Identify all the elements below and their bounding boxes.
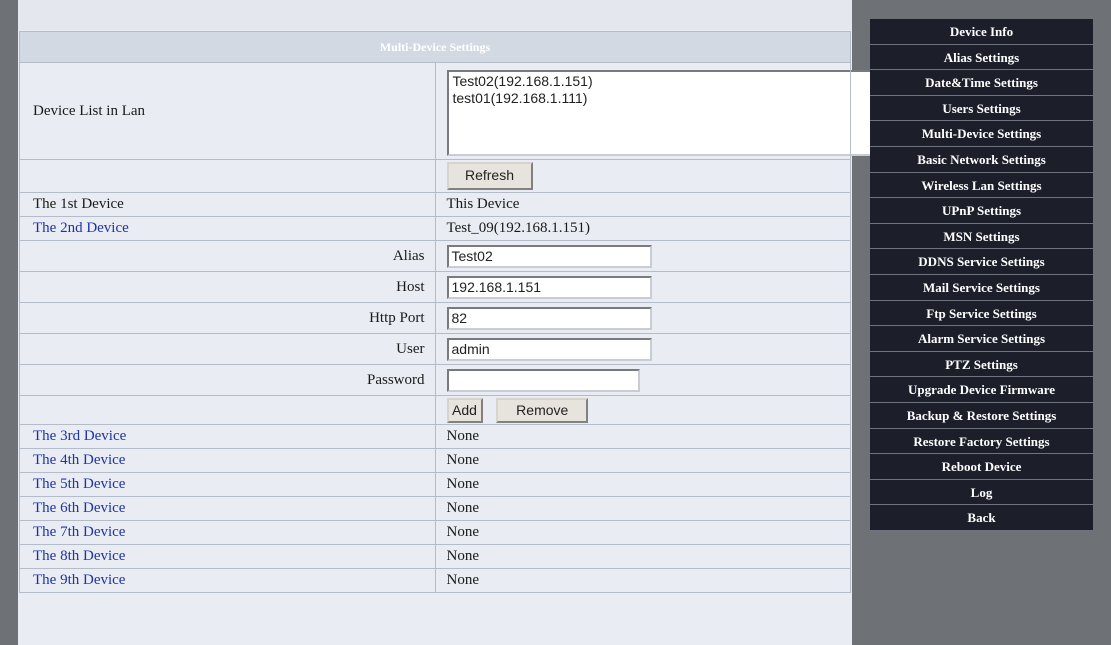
remove-button[interactable]: Remove [496, 397, 589, 423]
device-label[interactable]: The 7th Device [19, 520, 436, 545]
device-label[interactable]: The 5th Device [19, 472, 436, 497]
http-port-cell: 82 [434, 302, 851, 334]
user-cell: admin [434, 333, 851, 365]
add-remove-row: Add Remove [19, 395, 851, 425]
user-input[interactable]: admin [446, 337, 652, 361]
http-port-label: Http Port [19, 302, 436, 334]
lan-device-option[interactable]: Test02(192.168.1.151) [453, 73, 910, 90]
menu-item-log[interactable]: Log [870, 479, 1093, 506]
refresh-row: Refresh [19, 159, 851, 193]
device-row: The 5th Device None [19, 472, 851, 497]
password-input[interactable] [446, 368, 640, 392]
menu-item-restore-factory-settings[interactable]: Restore Factory Settings [870, 428, 1093, 455]
menu-item-alias-settings[interactable]: Alias Settings [870, 44, 1093, 71]
table-header-row: Multi-Device Settings [19, 31, 851, 63]
menu-item-back[interactable]: Back [870, 505, 1093, 531]
lan-device-cell: Test02(192.168.1.151) test01(192.168.1.1… [434, 62, 912, 160]
menu-item-upgrade-device-firmware[interactable]: Upgrade Device Firmware [870, 377, 1093, 403]
host-cell: 192.168.1.151 [434, 271, 851, 303]
menu-item-wireless-lan-settings[interactable]: Wireless Lan Settings [870, 172, 1093, 199]
alias-row: Alias Test02 [19, 240, 851, 272]
user-label: User [19, 333, 436, 365]
device-value: None [434, 520, 851, 545]
lan-device-list[interactable]: Test02(192.168.1.151) test01(192.168.1.1… [446, 70, 912, 156]
device-row: The 6th Device None [19, 496, 851, 521]
device-value: None [434, 496, 851, 521]
device-label[interactable]: The 2nd Device [19, 216, 436, 241]
device-value: None [434, 448, 851, 473]
multi-device-settings-table: Multi-Device Settings Device List in Lan… [19, 31, 912, 593]
user-row: User admin [19, 333, 851, 365]
http-port-row: Http Port 82 [19, 302, 851, 334]
device-value: None [434, 544, 851, 569]
top-strip [18, 0, 852, 30]
device-label[interactable]: The 4th Device [19, 448, 436, 473]
menu-item-reboot-device[interactable]: Reboot Device [870, 454, 1093, 480]
menu-item-date-time-settings[interactable]: Date&Time Settings [870, 70, 1093, 96]
menu-item-ddns-service-settings[interactable]: DDNS Service Settings [870, 249, 1093, 275]
device-row: The 7th Device None [19, 520, 851, 545]
device-value: This Device [434, 192, 851, 217]
host-row: Host 192.168.1.151 [19, 271, 851, 303]
lan-device-label: Device List in Lan [19, 62, 436, 160]
password-label: Password [19, 364, 436, 396]
device-row: The 3rd Device None [19, 424, 851, 449]
alias-cell: Test02 [434, 240, 851, 272]
add-button[interactable]: Add [446, 397, 483, 423]
menu-item-upnp-settings[interactable]: UPnP Settings [870, 198, 1093, 224]
password-row: Password [19, 364, 851, 396]
menu-item-users-settings[interactable]: Users Settings [870, 95, 1093, 122]
empty-cell [19, 159, 436, 193]
refresh-cell: Refresh [434, 159, 851, 193]
menu-item-alarm-service-settings[interactable]: Alarm Service Settings [870, 326, 1093, 352]
host-label: Host [19, 271, 436, 303]
device-label[interactable]: The 9th Device [19, 568, 436, 593]
menu-item-ftp-service-settings[interactable]: Ftp Service Settings [870, 300, 1093, 327]
password-cell [434, 364, 851, 396]
device-row: The 1st Device This Device [19, 192, 851, 217]
lan-device-option[interactable]: test01(192.168.1.111) [453, 90, 910, 107]
menu-item-mail-service-settings[interactable]: Mail Service Settings [870, 274, 1093, 301]
device-label[interactable]: The 6th Device [19, 496, 436, 521]
menu-item-msn-settings[interactable]: MSN Settings [870, 223, 1093, 250]
menu-item-multi-device-settings[interactable]: Multi-Device Settings [870, 121, 1093, 147]
device-value: None [434, 424, 851, 449]
device-value: Test_09(192.168.1.151) [434, 216, 851, 241]
menu-item-ptz-settings[interactable]: PTZ Settings [870, 351, 1093, 378]
device-row: The 2nd Device Test_09(192.168.1.151) [19, 216, 851, 241]
device-label[interactable]: The 8th Device [19, 544, 436, 569]
menu-item-backup-restore-settings[interactable]: Backup & Restore Settings [870, 402, 1093, 429]
host-input[interactable]: 192.168.1.151 [446, 275, 652, 299]
refresh-button[interactable]: Refresh [446, 162, 533, 190]
device-row: The 8th Device None [19, 544, 851, 569]
device-label[interactable]: The 3rd Device [19, 424, 436, 449]
alias-label: Alias [19, 240, 436, 272]
lan-device-row: Device List in Lan Test02(192.168.1.151)… [19, 62, 912, 160]
device-value: None [434, 568, 851, 593]
settings-menu: Device Info Alias Settings Date&Time Set… [870, 19, 1093, 531]
device-value: None [434, 472, 851, 497]
alias-input[interactable]: Test02 [446, 244, 652, 268]
add-remove-cell: Add Remove [434, 395, 851, 425]
page-title: Multi-Device Settings [19, 31, 851, 63]
menu-item-basic-network-settings[interactable]: Basic Network Settings [870, 146, 1093, 173]
empty-cell [19, 395, 436, 425]
menu-item-device-info[interactable]: Device Info [870, 19, 1093, 45]
device-label: The 1st Device [19, 192, 436, 217]
device-row: The 4th Device None [19, 448, 851, 473]
http-port-input[interactable]: 82 [446, 306, 652, 330]
device-row: The 9th Device None [19, 568, 851, 593]
